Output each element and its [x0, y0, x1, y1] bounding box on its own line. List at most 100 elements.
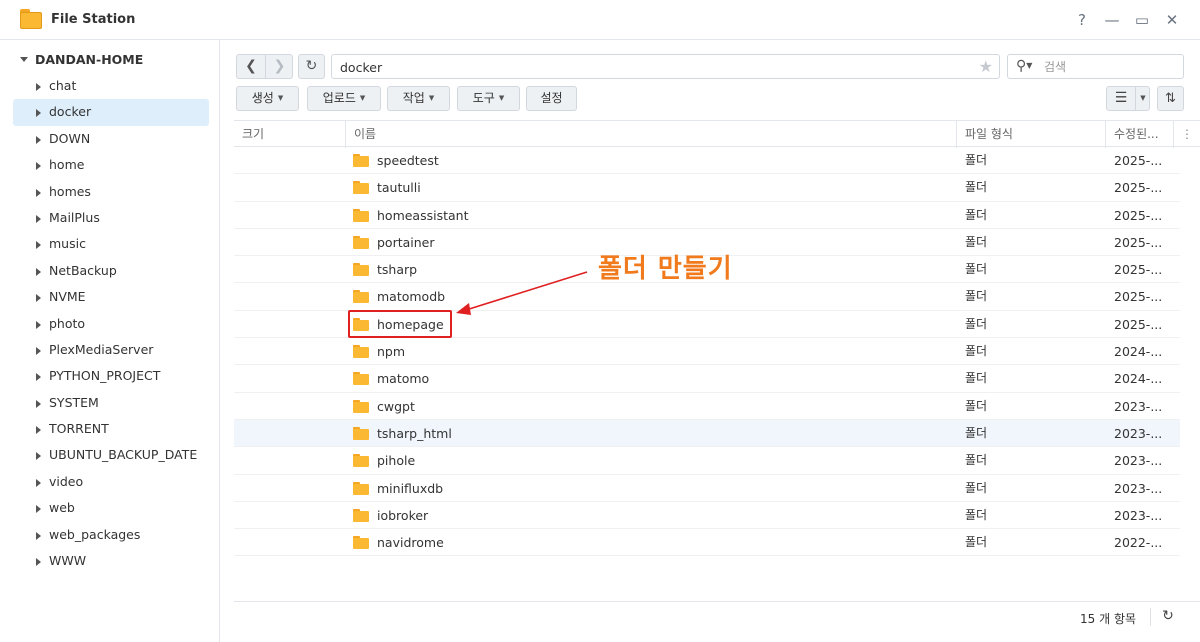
caret-right-icon[interactable] [36, 531, 41, 540]
chevron-down-icon: ▼ [359, 94, 366, 102]
header-type[interactable]: 파일 형식 [957, 121, 1106, 148]
table-row[interactable]: iobroker 폴더 2023-... [234, 502, 1180, 530]
create-button[interactable]: 생성 ▼ [236, 86, 299, 111]
caret-right-icon[interactable] [36, 83, 41, 91]
caret-right-icon[interactable] [36, 478, 41, 487]
header-name[interactable]: 이름 [346, 121, 957, 148]
back-button[interactable]: ❮ [237, 55, 265, 78]
sidebar-item[interactable]: SYSTEM [13, 390, 209, 416]
sidebar-item-label: NVME [49, 289, 86, 305]
caret-right-icon[interactable] [36, 188, 41, 197]
folder-icon [353, 426, 369, 440]
star-icon[interactable]: ★ [979, 57, 993, 76]
table-row[interactable]: tautulli 폴더 2025-... [234, 174, 1180, 202]
file-type: 폴더 [965, 398, 988, 413]
sidebar-item-label: web_packages [49, 526, 141, 542]
caret-right-icon[interactable] [36, 373, 41, 382]
sidebar-item[interactable]: web [13, 495, 209, 521]
caret-right-icon[interactable] [36, 294, 41, 303]
search-icon[interactable]: ⚲▼ [1016, 58, 1032, 74]
sidebar-root[interactable]: DANDAN-HOME [20, 52, 143, 67]
tools-button[interactable]: 도구 ▼ [457, 86, 520, 111]
sidebar-item[interactable]: homes [13, 179, 209, 205]
search-input[interactable] [1044, 58, 1174, 75]
caret-right-icon[interactable] [36, 505, 41, 514]
sidebar-item[interactable]: MailPlus [13, 205, 209, 231]
path-text: docker [340, 60, 383, 75]
sidebar-item[interactable]: UBUNTU_BACKUP_DATE [13, 442, 209, 468]
header-modified[interactable]: 수정된... [1106, 121, 1174, 148]
upload-button[interactable]: 업로드 ▼ [307, 86, 381, 111]
caret-right-icon[interactable] [36, 241, 41, 250]
chevron-down-icon[interactable]: ▼ [1135, 87, 1150, 110]
table-row[interactable]: pihole 폴더 2023-... [234, 447, 1180, 475]
help-icon[interactable]: ? [1072, 10, 1092, 30]
sidebar-item[interactable]: video [13, 469, 209, 495]
sidebar-item[interactable]: NVME [13, 284, 209, 310]
sidebar-item-label: chat [49, 78, 77, 93]
file-name: iobroker [377, 507, 429, 523]
caret-down-icon [20, 57, 28, 62]
caret-right-icon[interactable] [36, 399, 41, 408]
sort-icon[interactable]: ⇅ [1157, 86, 1184, 111]
folder-tree: chat docker DOWN home homes MailPlus music NetB… [13, 73, 209, 574]
file-type: 폴더 [965, 262, 988, 277]
sidebar-item[interactable]: TORRENT [13, 416, 209, 442]
action-button[interactable]: 작업 ▼ [387, 86, 450, 111]
list-view-icon[interactable]: ☰ [1107, 87, 1135, 110]
sidebar-item[interactable]: docker [13, 99, 209, 126]
tools-label: 도구 [472, 91, 495, 105]
more-columns-icon[interactable]: ⋮ [1174, 121, 1200, 148]
sidebar-item[interactable]: PYTHON_PROJECT [13, 363, 209, 389]
sidebar-item[interactable]: music [13, 231, 209, 257]
caret-right-icon[interactable] [36, 320, 41, 329]
caret-right-icon[interactable] [36, 162, 41, 171]
file-type: 폴더 [965, 371, 988, 386]
table-row[interactable]: minifluxdb 폴더 2023-... [234, 475, 1180, 502]
file-name: pihole [377, 453, 416, 469]
sidebar-item-label: UBUNTU_BACKUP_DATE [49, 447, 198, 463]
caret-right-icon[interactable] [36, 267, 41, 276]
minimize-icon[interactable]: — [1102, 10, 1122, 30]
sidebar-item[interactable]: photo [13, 311, 209, 337]
file-name: speedtest [377, 153, 439, 168]
sidebar-item-label: photo [49, 315, 86, 331]
header-size[interactable]: 크기 [234, 121, 346, 148]
sidebar-item[interactable]: WWW [13, 548, 209, 574]
table-row[interactable]: matomodb 폴더 2025-... [234, 283, 1180, 311]
refresh-button[interactable]: ↻ [298, 54, 325, 79]
table-row[interactable]: matomo 폴더 2024-... [234, 365, 1180, 393]
file-modified: 2025-... [1114, 207, 1163, 223]
maximize-icon[interactable]: ▭ [1132, 10, 1152, 30]
sidebar-item[interactable]: DOWN [13, 126, 209, 152]
sidebar-item[interactable]: web_packages [13, 522, 209, 548]
caret-right-icon[interactable] [36, 452, 41, 461]
caret-right-icon[interactable] [36, 558, 41, 567]
table-row[interactable]: navidrome 폴더 2022-... [234, 529, 1180, 557]
file-modified: 2023-... [1114, 425, 1163, 441]
caret-right-icon[interactable] [36, 109, 41, 118]
caret-right-icon[interactable] [36, 214, 41, 223]
table-row[interactable]: npm 폴더 2024-... [234, 338, 1180, 366]
file-type: 폴더 [965, 535, 988, 550]
table-row[interactable]: speedtest 폴더 2025-... [234, 147, 1180, 175]
close-icon[interactable]: ✕ [1162, 10, 1182, 30]
sidebar-item[interactable]: home [13, 152, 209, 178]
sidebar-item[interactable]: NetBackup [13, 258, 209, 284]
upload-label: 업로드 [322, 91, 356, 105]
path-bar[interactable]: docker ★ [331, 54, 1000, 79]
sidebar-item[interactable]: chat [13, 73, 209, 99]
sidebar-item-label: music [49, 236, 86, 252]
forward-button[interactable]: ❯ [265, 55, 293, 78]
table-row[interactable]: cwgpt 폴더 2023-... [234, 393, 1180, 420]
search-box[interactable]: ⚲▼ [1007, 54, 1184, 79]
table-row[interactable]: tsharp_html 폴더 2023-... [234, 419, 1180, 448]
caret-right-icon[interactable] [36, 426, 41, 435]
sidebar-item-label: NetBackup [49, 262, 117, 278]
caret-right-icon[interactable] [36, 346, 41, 355]
caret-right-icon[interactable] [36, 135, 41, 144]
sidebar-item[interactable]: PlexMediaServer [13, 337, 209, 363]
settings-button[interactable]: 설정 [526, 86, 577, 111]
table-row[interactable]: homeassistant 폴더 2025-... [234, 202, 1180, 229]
refresh-icon[interactable]: ↻ [1158, 606, 1178, 626]
